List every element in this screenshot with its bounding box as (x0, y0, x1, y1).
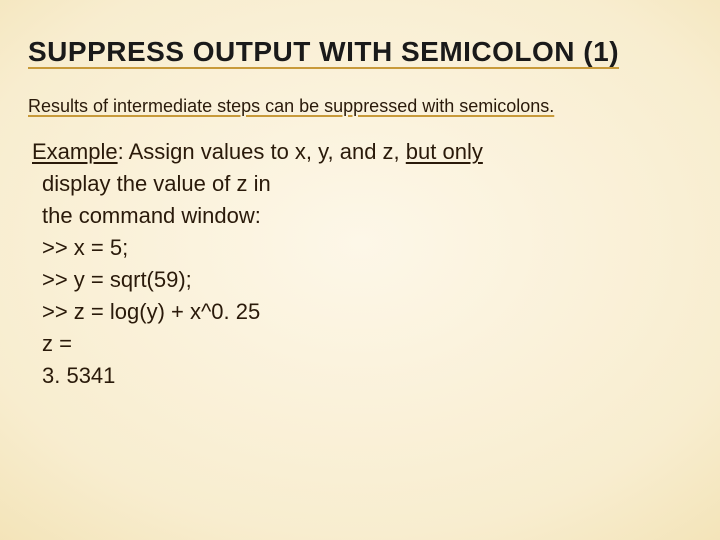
example-line3: the command window: (42, 203, 261, 228)
slide: SUPPRESS OUTPUT WITH SEMICOLON (1) Resul… (0, 0, 720, 540)
slide-title: SUPPRESS OUTPUT WITH SEMICOLON (1) (28, 36, 692, 68)
example-label: Example (32, 139, 118, 164)
code-line-3: >> z = log(y) + x^0. 25 (42, 299, 260, 324)
example-line1-end: but only (406, 139, 483, 164)
example-block: Example: Assign values to x, y, and z, b… (28, 136, 692, 391)
example-line2: display the value of z in (42, 171, 271, 196)
code-line-1: >> x = 5; (42, 235, 128, 260)
example-line1-mid: : Assign values to x, y, and z, (118, 139, 406, 164)
output-line-1: z = (42, 331, 72, 356)
code-line-2: >> y = sqrt(59); (42, 267, 192, 292)
output-line-2: 3. 5341 (42, 363, 115, 388)
intro-text: Results of intermediate steps can be sup… (28, 94, 692, 118)
